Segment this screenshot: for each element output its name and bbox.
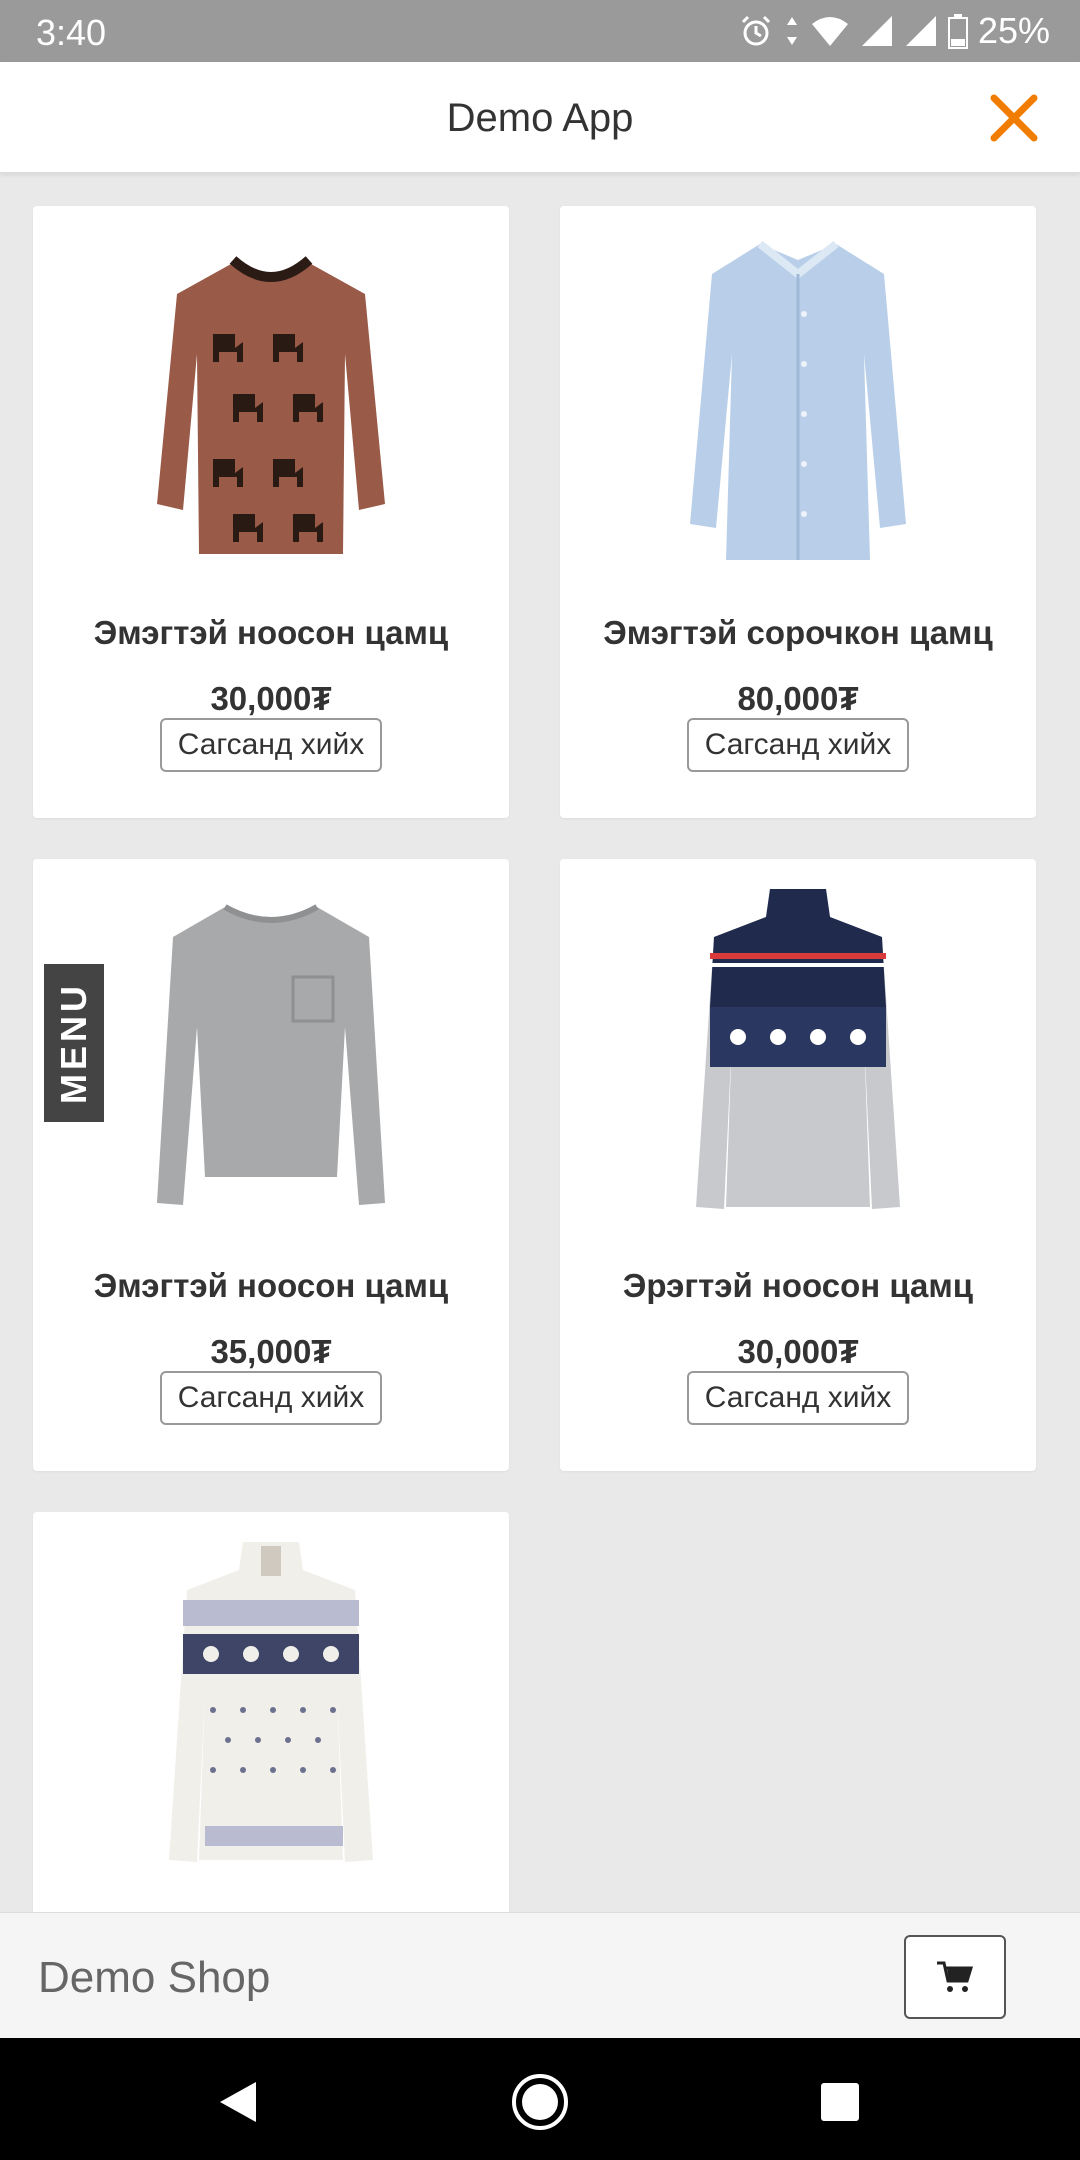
product-price: 35,000₮	[210, 1333, 332, 1370]
back-button[interactable]	[198, 2062, 278, 2142]
product-name[interactable]: Эмэгтэй сорочкон цамц	[560, 614, 1036, 652]
product-name[interactable]: Эмэгтэй ноосон цамц	[33, 1267, 509, 1305]
product-image	[157, 904, 385, 1205]
product-card[interactable]	[33, 1512, 509, 1912]
product-card[interactable]: Эмэгтэй ноосон цамц 35,000₮ Сагсанд хийх	[33, 859, 509, 1471]
bottom-bar: Demo Shop	[0, 1912, 1080, 2038]
close-icon	[990, 94, 1038, 142]
battery-percent: 25%	[977, 10, 1050, 51]
shop-name: Demo Shop	[38, 1953, 271, 2002]
status-icons: 25%	[738, 10, 1050, 52]
product-card[interactable]: Эмэгтэй ноосон цамц 30,000₮ Сагсанд хийх	[33, 206, 509, 818]
product-grid: Эмэгтэй ноосон цамц 30,000₮ Сагсанд хийх…	[0, 176, 1080, 1912]
product-image	[157, 256, 385, 554]
product-image	[690, 240, 906, 560]
recents-button[interactable]	[800, 2062, 880, 2142]
data-arrows-icon	[786, 17, 797, 45]
product-name[interactable]: Эмэгтэй ноосон цамц	[33, 614, 509, 652]
product-price: 80,000₮	[737, 680, 859, 717]
add-to-cart-button[interactable]: Сагсанд хийх	[687, 1371, 909, 1425]
recents-icon	[821, 2083, 859, 2121]
product-price: 30,000₮	[210, 680, 332, 717]
status-bar: 3:40 25%	[0, 0, 1080, 62]
close-button[interactable]	[986, 90, 1042, 146]
signal-icon	[905, 16, 936, 46]
product-card[interactable]: Эмэгтэй сорочкон цамц 80,000₮ Сагсанд хи…	[560, 206, 1036, 818]
system-nav-bar	[0, 2038, 1080, 2160]
product-card[interactable]: Эрэгтэй ноосон цамц 30,000₮ Сагсанд хийх	[560, 859, 1036, 1471]
app-header: Demo App	[0, 62, 1080, 174]
home-button[interactable]	[500, 2062, 580, 2142]
home-icon	[512, 2074, 568, 2130]
add-to-cart-button[interactable]: Сагсанд хийх	[160, 718, 382, 772]
back-icon	[220, 2082, 256, 2122]
signal-icon	[861, 16, 892, 46]
menu-tab[interactable]: MENU	[44, 964, 104, 1122]
product-image	[696, 889, 900, 1209]
add-to-cart-button[interactable]: Сагсанд хийх	[687, 718, 909, 772]
product-name[interactable]: Эрэгтэй ноосон цамц	[560, 1267, 1036, 1305]
alarm-icon	[741, 15, 770, 46]
add-to-cart-button[interactable]: Сагсанд хийх	[160, 1371, 382, 1425]
product-image	[169, 1542, 373, 1862]
cart-icon	[937, 1961, 974, 1992]
cart-button[interactable]	[904, 1935, 1006, 2019]
menu-tab-label: MENU	[53, 982, 94, 1104]
page-title: Demo App	[446, 96, 634, 140]
product-price: 30,000₮	[737, 1333, 859, 1370]
wifi-icon	[811, 17, 848, 46]
battery-icon	[947, 14, 968, 49]
status-time: 3:40	[36, 12, 107, 53]
